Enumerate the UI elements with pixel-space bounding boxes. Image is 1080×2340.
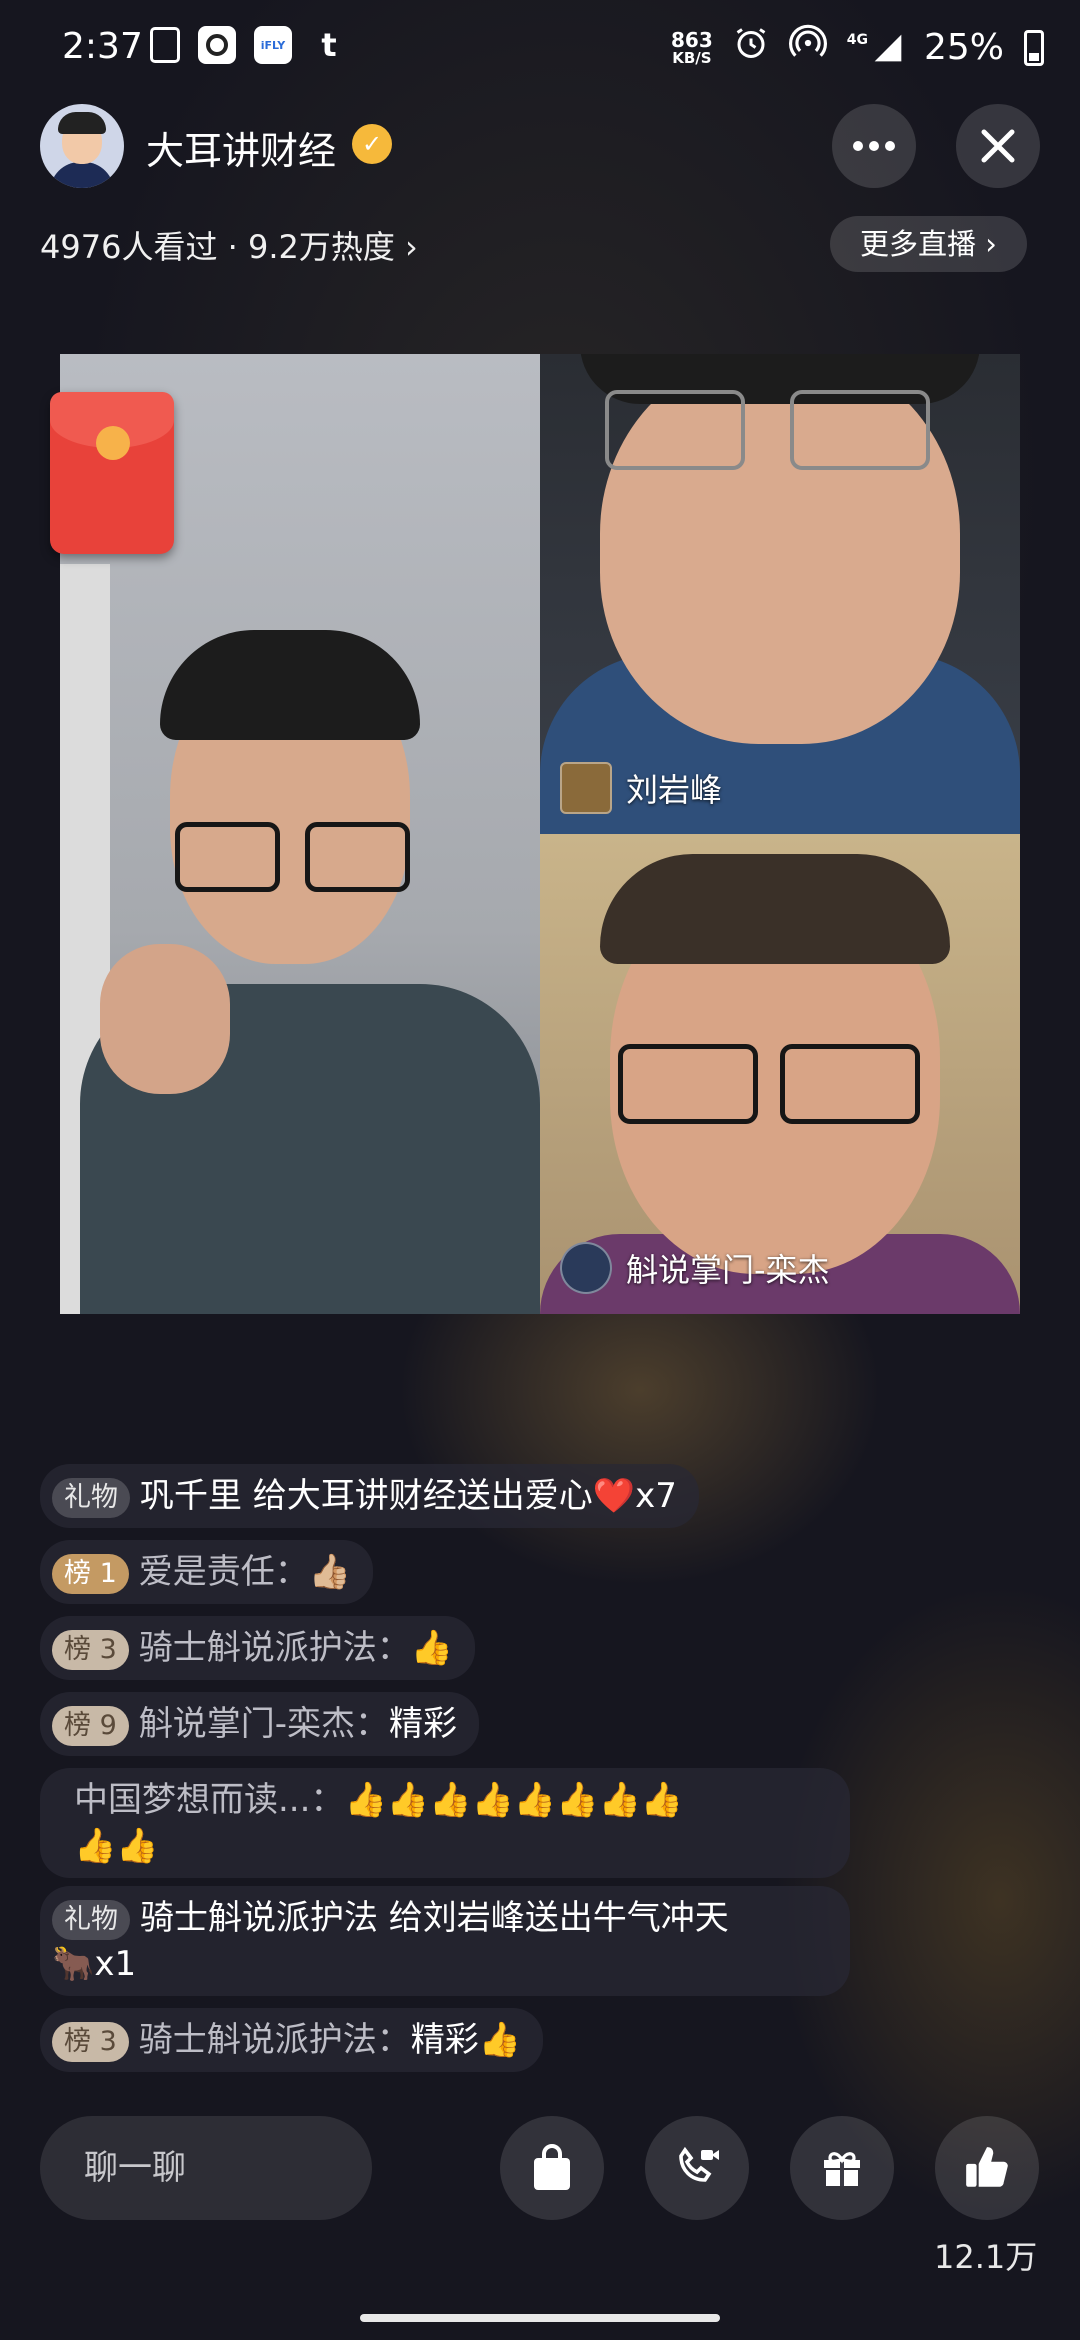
like-button[interactable] <box>935 2116 1039 2220</box>
gift-icon <box>824 2152 860 2186</box>
battery-icon <box>1024 29 1044 66</box>
guest-video-tile-2[interactable]: 斛说掌门-栾杰 <box>540 834 1020 1314</box>
host-avatar[interactable] <box>40 104 124 188</box>
battery-percent: 25% <box>923 27 1004 68</box>
video-call-button[interactable] <box>645 2116 749 2220</box>
comment-item: 礼物 骑士斛说派护法 给刘岩峰送出牛气冲天 🐂x1 <box>40 1886 850 1996</box>
shop-bag-button[interactable] <box>500 2116 604 2220</box>
more-live-button[interactable]: 更多直播 › <box>830 216 1027 272</box>
thumbs-up-icon: 👍🏼 <box>308 1552 352 1592</box>
like-count: 12.1万 <box>934 2238 1038 2276</box>
status-bar: 2:37 iFLY t 863 KB/S 4G 25% <box>0 0 1080 96</box>
signal-icon: 4G <box>847 32 904 64</box>
clipboard-icon <box>150 27 180 63</box>
ox-gift-icon: 🐂 <box>52 1944 95 1984</box>
thumbs-up-icon: 👍 <box>478 2020 522 2060</box>
shopping-bag-icon <box>534 2144 570 2190</box>
status-right: 863 KB/S 4G 25% <box>671 24 1044 71</box>
thumbs-up-icon <box>966 2147 1008 2187</box>
thumbs-up-icon: 👍👍👍👍👍👍👍👍 <box>344 1780 684 1820</box>
rank-tag: 榜 9 <box>52 1705 129 1746</box>
guest-name: 斛说掌门-栾杰 <box>626 1251 830 1289</box>
home-indicator[interactable] <box>360 2314 720 2322</box>
guest-avatar <box>560 1242 612 1294</box>
comment-item: 榜 3 骑士斛说派护法：精彩👍 <box>40 2008 544 2072</box>
gift-button[interactable] <box>790 2116 894 2220</box>
rank-tag: 榜 1 <box>52 1553 129 1594</box>
gift-tag: 礼物 <box>52 1477 130 1518</box>
guest-video-tile-1[interactable]: 刘岩峰 <box>540 354 1020 834</box>
phone-video-icon <box>679 2146 719 2182</box>
thumbs-up-icon: 👍 <box>410 1628 454 1668</box>
guest-name: 刘岩峰 <box>626 771 723 809</box>
status-time: 2:37 <box>62 26 143 67</box>
comment-item: 榜 3 骑士斛说派护法：👍 <box>40 1616 476 1680</box>
guest-label-1: 刘岩峰 <box>560 762 722 814</box>
hotspot-icon <box>788 24 827 71</box>
ifly-icon: iFLY <box>254 26 292 64</box>
thumbs-up-icon: 👍👍 <box>74 1826 159 1866</box>
comment-item: 礼物 巩千里 给大耳讲财经送出爱心❤️x7 <box>40 1464 699 1528</box>
heart-icon: ❤️ <box>592 1476 636 1516</box>
comment-item: 中国梦想而读...：👍👍👍👍👍👍👍👍 👍👍 <box>40 1768 850 1878</box>
comment-item: 榜 9 斛说掌门-栾杰：精彩 <box>40 1692 480 1756</box>
close-button[interactable] <box>956 104 1040 188</box>
guest-avatar <box>560 762 612 814</box>
host-name[interactable]: 大耳讲财经 <box>146 120 336 175</box>
viewer-stats[interactable]: 4976人看过 · 9.2万热度 › <box>40 222 418 268</box>
red-packet-icon[interactable] <box>50 392 174 554</box>
guest-label-2: 斛说掌门-栾杰 <box>560 1242 830 1294</box>
camera-icon <box>198 26 236 64</box>
more-options-button[interactable] <box>832 104 916 188</box>
network-speed: 863 KB/S <box>671 27 713 67</box>
alarm-icon <box>733 25 769 70</box>
status-app-icons: iFLY t <box>150 26 348 64</box>
chat-input[interactable]: 聊一聊 <box>40 2116 372 2220</box>
comment-item: 榜 1 爱是责任：👍🏼 <box>40 1540 374 1604</box>
verified-badge-icon: ✓ <box>352 124 392 164</box>
video-grid[interactable]: 刘岩峰 斛说掌门-栾杰 <box>60 354 1020 1314</box>
tumblr-icon: t <box>321 26 337 64</box>
rank-tag: 榜 3 <box>52 1629 129 1670</box>
rank-tag: 榜 3 <box>52 2021 129 2062</box>
gift-tag: 礼物 <box>52 1899 130 1940</box>
